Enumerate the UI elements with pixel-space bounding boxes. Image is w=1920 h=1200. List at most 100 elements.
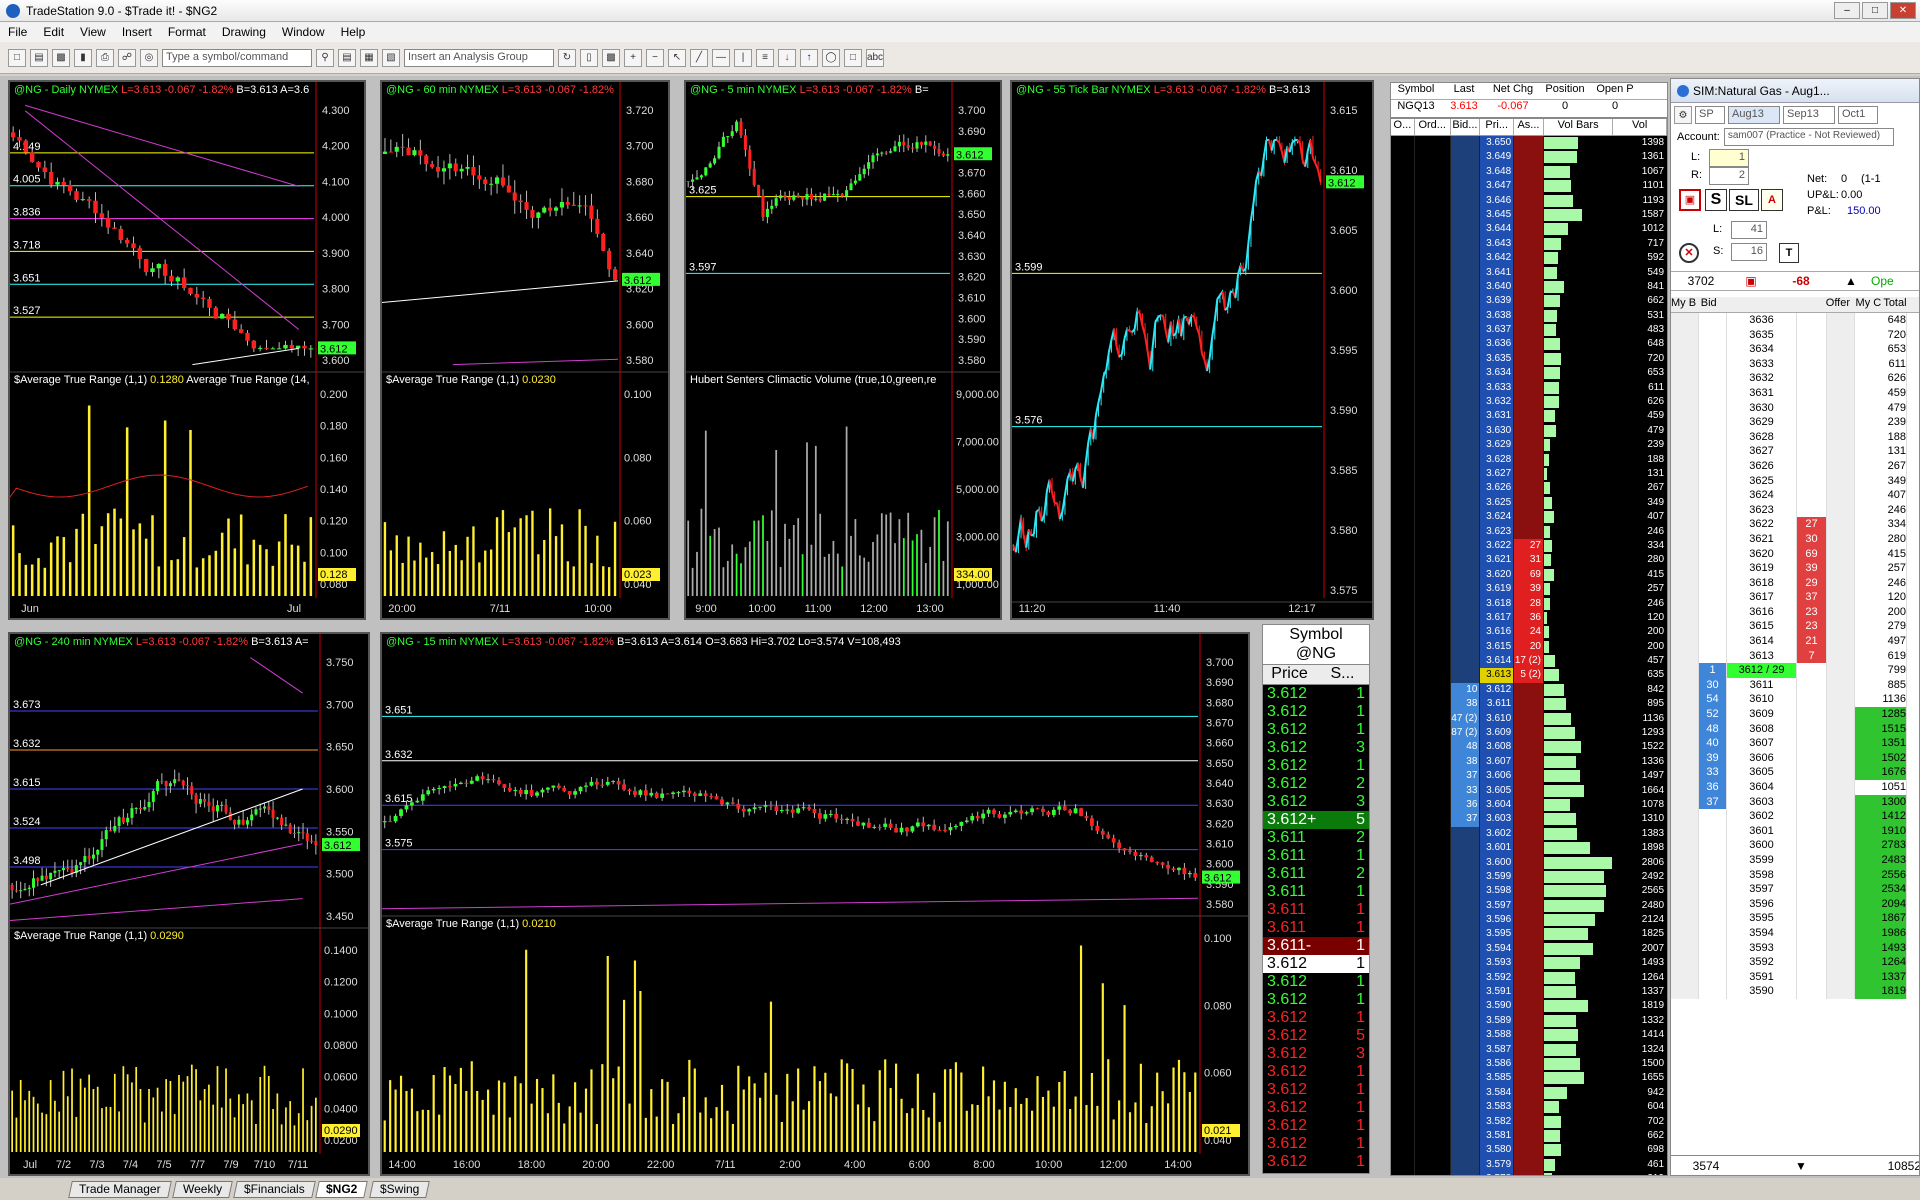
trendline[interactable]	[24, 110, 300, 330]
dom-total[interactable]: 1515	[1855, 721, 1907, 737]
ladder-order-cell[interactable]	[1414, 812, 1451, 827]
ladder-order-cell[interactable]	[1391, 999, 1415, 1014]
ladder-ask[interactable]	[1514, 294, 1544, 309]
dom-price[interactable]: 3592	[1727, 955, 1797, 970]
ladder-order-cell[interactable]	[1414, 466, 1451, 482]
horizontal-line-icon[interactable]: —	[712, 48, 730, 67]
ladder-price[interactable]: 3.599	[1480, 869, 1515, 885]
ladder-ask[interactable]	[1514, 251, 1544, 266]
ladder-ask[interactable]	[1514, 999, 1544, 1014]
ladder-row[interactable]: 3.590 1819	[1391, 999, 1667, 1014]
ladder-price[interactable]: 3.617	[1480, 610, 1515, 626]
ladder-ask[interactable]: 24	[1514, 625, 1544, 640]
dom-total[interactable]: 1867	[1855, 911, 1907, 926]
ladder-row[interactable]: 3.644 1012	[1391, 222, 1667, 237]
ladder-order-cell[interactable]	[1391, 510, 1415, 525]
quote-symbol[interactable]: NGQ13	[1391, 100, 1441, 117]
ladder-ask[interactable]	[1514, 769, 1544, 784]
ladder-order-cell[interactable]	[1414, 754, 1451, 770]
ladder-ask[interactable]	[1514, 970, 1544, 986]
dom-price[interactable]: 3616	[1727, 604, 1797, 620]
dom-bid[interactable]	[1699, 546, 1727, 562]
dom-total[interactable]: 1819	[1855, 984, 1907, 999]
ladder-row[interactable]: 3.613 5 (2) 635	[1391, 668, 1667, 683]
ladder-price[interactable]: 3.624	[1480, 510, 1515, 525]
dom-myoffer-cell[interactable]	[1827, 342, 1855, 357]
ladder-ask[interactable]	[1514, 740, 1544, 755]
dom-sp-select[interactable]: SP	[1695, 106, 1725, 124]
trendline[interactable]	[192, 347, 299, 366]
dom-row[interactable]: 3628 188	[1671, 429, 1919, 445]
dom-bid[interactable]	[1699, 385, 1727, 401]
ladder-ask[interactable]	[1514, 869, 1544, 885]
ladder-price[interactable]: 3.588	[1480, 1028, 1515, 1043]
dom-offer[interactable]: 23	[1797, 619, 1827, 635]
ladder-ask[interactable]	[1514, 812, 1544, 827]
ladder-row[interactable]: 3.623 246	[1391, 524, 1667, 539]
ladder-bid[interactable]	[1450, 308, 1481, 324]
dom-myoffer-cell[interactable]	[1827, 823, 1855, 839]
ladder-ask[interactable]	[1514, 150, 1544, 165]
dom-mybid-cell[interactable]	[1671, 721, 1699, 737]
ladder-price[interactable]: 3.641	[1480, 265, 1515, 280]
dom-mybid-cell[interactable]	[1671, 677, 1699, 693]
dom-bid[interactable]	[1699, 852, 1727, 868]
dom-flatten-icon[interactable]: ✕	[1679, 243, 1699, 263]
ladder-order-cell[interactable]	[1414, 294, 1451, 309]
ladder-price[interactable]: 3.627	[1480, 466, 1515, 482]
tns-symbol[interactable]: @NG	[1263, 644, 1369, 663]
ladder-ask[interactable]	[1514, 524, 1544, 539]
ladder-order-cell[interactable]	[1414, 438, 1451, 453]
dom-myoffer-cell[interactable]	[1827, 400, 1855, 416]
ladder-bid[interactable]	[1450, 985, 1481, 1000]
dom-row[interactable]: 40 3607 1351	[1671, 736, 1919, 751]
ladder-row[interactable]: 3.579 461	[1391, 1157, 1667, 1173]
dom-total[interactable]: 246	[1855, 575, 1907, 591]
dom-total[interactable]: 349	[1855, 473, 1907, 489]
ladder-price[interactable]: 3.621	[1480, 553, 1515, 568]
ladder-price[interactable]: 3.584	[1480, 1085, 1515, 1101]
dom-myoffer-cell[interactable]	[1827, 634, 1855, 649]
ladder-order-cell[interactable]	[1391, 783, 1415, 798]
trendline[interactable]	[452, 358, 619, 366]
ladder-row[interactable]: 3.625 349	[1391, 495, 1667, 511]
ladder-ask[interactable]	[1514, 797, 1544, 813]
dom-bid[interactable]	[1699, 517, 1727, 532]
ladder-price[interactable]: 3.618	[1480, 596, 1515, 611]
ladder-ask[interactable]	[1514, 1114, 1544, 1129]
ladder-bid[interactable]	[1450, 884, 1481, 899]
dom-mybid-cell[interactable]	[1671, 415, 1699, 430]
dom-offer[interactable]	[1797, 969, 1827, 985]
dom-offer[interactable]	[1797, 371, 1827, 386]
dom-row[interactable]: 3593 1493	[1671, 940, 1919, 956]
dom-price[interactable]: 3619	[1727, 561, 1797, 576]
dom-bid[interactable]: 54	[1699, 692, 1727, 708]
ladder-price[interactable]: 3.640	[1480, 279, 1515, 295]
arrow-up-icon[interactable]: ↑	[800, 48, 818, 67]
ladder-row[interactable]: 3.585 1655	[1391, 1071, 1667, 1086]
ladder-price[interactable]: 3.591	[1480, 985, 1515, 1000]
ladder-row[interactable]: 3.629 239	[1391, 438, 1667, 453]
zoom-in-icon[interactable]: +	[624, 48, 642, 67]
dom-offer[interactable]	[1797, 750, 1827, 766]
dom-total[interactable]: 120	[1855, 590, 1907, 605]
dom-myoffer-cell[interactable]	[1827, 882, 1855, 897]
ladder-price[interactable]: 3.648	[1480, 164, 1515, 180]
dom-alert-icon[interactable]: A	[1761, 189, 1783, 211]
ladder-row[interactable]: 3.592 1264	[1391, 970, 1667, 986]
ladder-price[interactable]: 3.622	[1480, 538, 1515, 554]
dom-mybid-cell[interactable]	[1671, 780, 1699, 795]
menu-file[interactable]: File	[0, 25, 35, 39]
dom-total[interactable]: 653	[1855, 342, 1907, 357]
ladder-row[interactable]: 48 3.608 1522	[1391, 740, 1667, 755]
ladder-row[interactable]: 3.648 1067	[1391, 164, 1667, 180]
dom-offer[interactable]	[1797, 400, 1827, 416]
dom-row[interactable]: 3591 1337	[1671, 969, 1919, 985]
ladder-bid[interactable]	[1450, 395, 1481, 410]
dom-row[interactable]: 3632 626	[1671, 371, 1919, 386]
ladder-row[interactable]: 3.639 662	[1391, 294, 1667, 309]
dom-total[interactable]: 1300	[1855, 794, 1907, 810]
trendline[interactable]	[382, 280, 619, 303]
ladder-row[interactable]: 3.617 36 120	[1391, 610, 1667, 626]
dom-mybid-cell[interactable]	[1671, 473, 1699, 489]
